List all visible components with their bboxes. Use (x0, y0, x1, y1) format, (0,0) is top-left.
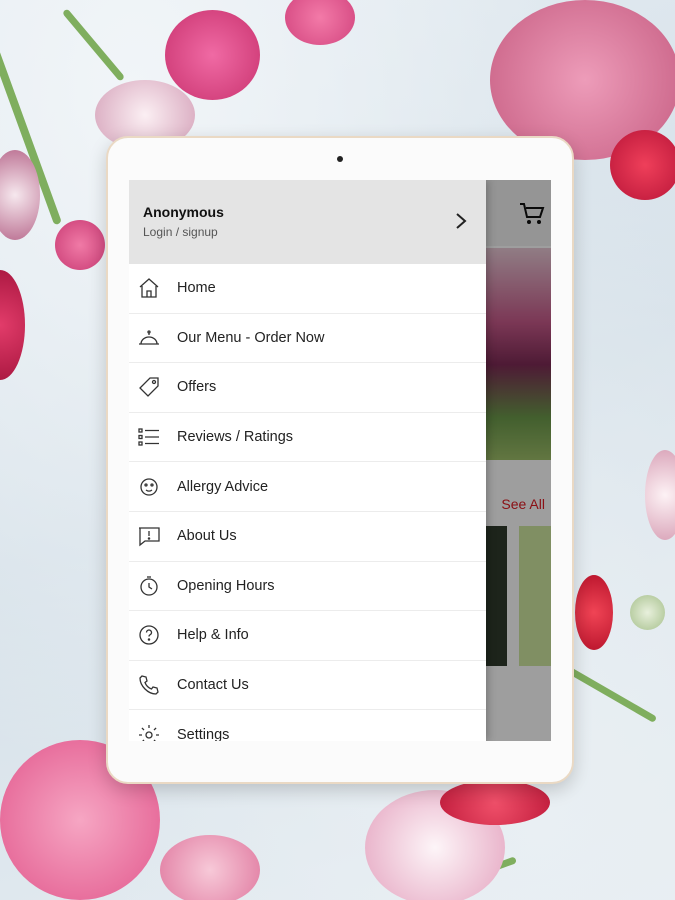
menu-item-label: Settings (177, 726, 230, 741)
user-account-header[interactable]: Anonymous Login / signup (129, 180, 486, 264)
menu-item-home[interactable]: Home (129, 264, 486, 314)
menu-item-label: Help & Info (177, 627, 249, 644)
login-signup-link: Login / signup (143, 225, 218, 239)
clock-icon (140, 576, 158, 596)
menu-item-label: Home (177, 280, 216, 297)
menu-item-label: Opening Hours (177, 577, 275, 594)
menu-item-settings[interactable]: Settings (129, 710, 486, 741)
info-message-icon (139, 527, 160, 547)
menu-item-label: About Us (177, 528, 237, 545)
gear-icon (139, 724, 159, 741)
cloche-icon (139, 330, 159, 345)
menu-item-reviews[interactable]: Reviews / Ratings (129, 413, 486, 463)
navigation-drawer: Anonymous Login / signup Home Our Menu -… (129, 180, 486, 741)
menu-item-label: Our Menu - Order Now (177, 329, 325, 346)
home-icon (139, 278, 159, 298)
menu-item-help-info[interactable]: Help & Info (129, 611, 486, 661)
menu-item-our-menu[interactable]: Our Menu - Order Now (129, 314, 486, 364)
menu-item-label: Allergy Advice (177, 478, 269, 495)
menu-item-label: Reviews / Ratings (177, 429, 294, 446)
tag-icon (139, 377, 159, 398)
menu-item-contact-us[interactable]: Contact Us (129, 661, 486, 711)
menu-item-allergy-advice[interactable]: Allergy Advice (129, 462, 486, 512)
tablet-camera (337, 156, 343, 162)
chevron-right-icon (456, 213, 467, 229)
list-rating-icon (138, 428, 159, 446)
menu-item-label: Offers (177, 379, 217, 396)
menu-item-label: Contact Us (177, 677, 249, 694)
allergy-icon (140, 478, 158, 496)
drawer-menu: Home Our Menu - Order Now Offers Reviews… (129, 264, 486, 741)
menu-item-opening-hours[interactable]: Opening Hours (129, 562, 486, 612)
menu-item-offers[interactable]: Offers (129, 363, 486, 413)
phone-icon (139, 675, 159, 695)
help-icon (139, 625, 159, 646)
menu-item-about-us[interactable]: About Us (129, 512, 486, 562)
user-name: Anonymous (143, 204, 224, 220)
app-screen: See All Anonymous Login / signup Home Ou… (129, 180, 551, 741)
